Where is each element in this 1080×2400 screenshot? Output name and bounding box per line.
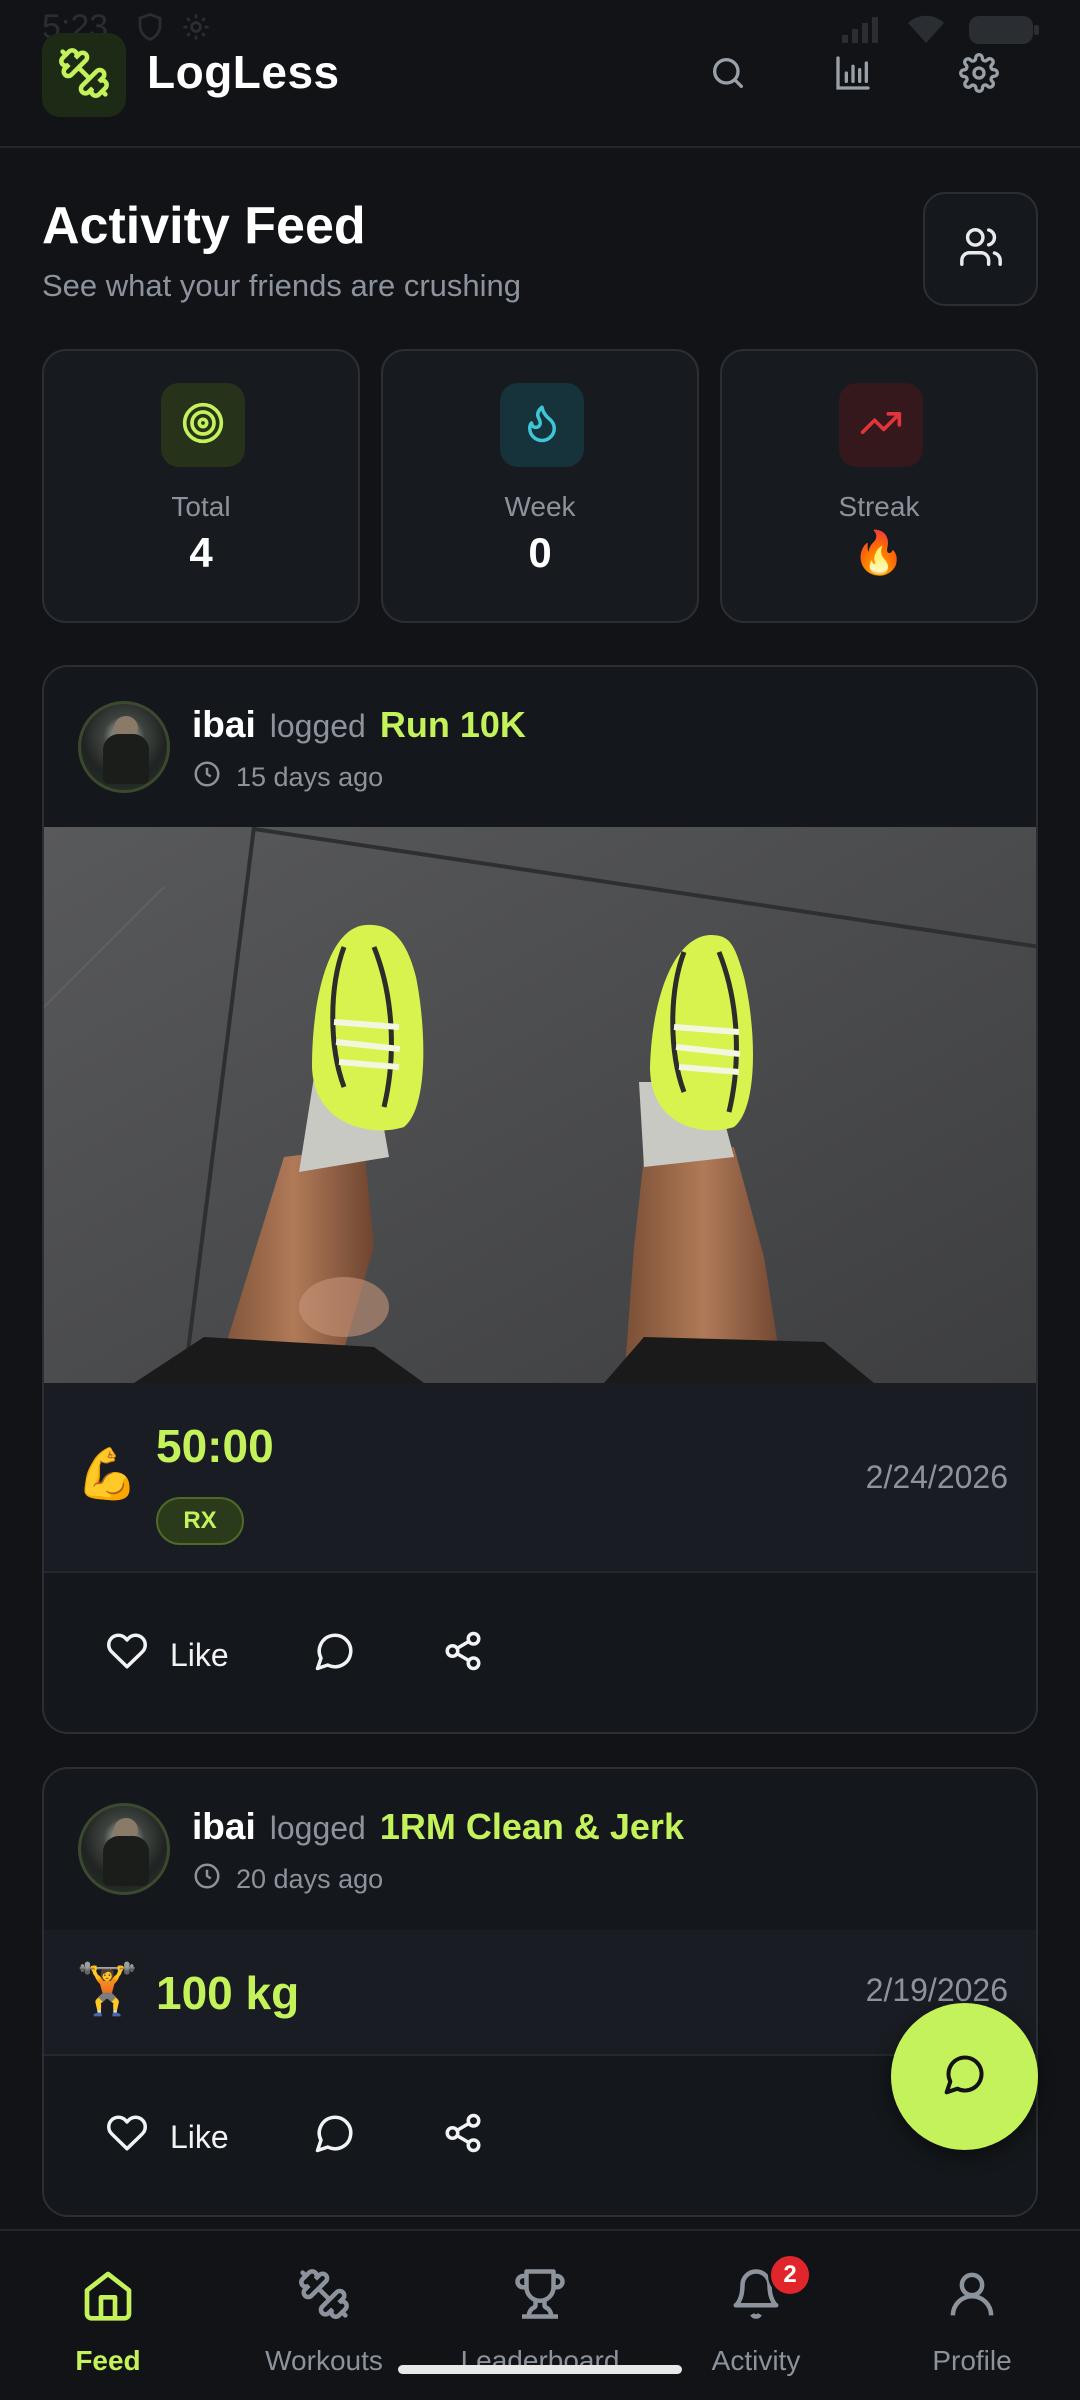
friends-button[interactable] <box>923 192 1038 306</box>
result-emoji: 💪 <box>76 1446 139 1502</box>
share-icon <box>442 1630 484 1680</box>
result-date: 2/19/2026 <box>865 1972 1008 2008</box>
post-verb: logged <box>269 1810 366 1846</box>
trophy-icon <box>513 2267 567 2326</box>
post-username[interactable]: ibai <box>192 1806 256 1848</box>
post-workout-name[interactable]: 1RM Clean & Jerk <box>380 1806 684 1848</box>
result-strip: 🏋️ 100 kg 2/19/2026 <box>44 1930 1036 2056</box>
app-header: LogLess <box>0 0 1080 148</box>
share-button[interactable] <box>442 2112 484 2162</box>
trending-up-icon <box>859 401 903 450</box>
stat-value: 🔥 <box>852 529 906 576</box>
post-time-ago: 15 days ago <box>236 762 384 792</box>
result-strip: 💪 50:00 RX 2/24/2026 <box>44 1383 1036 1573</box>
post-workout-name[interactable]: Run 10K <box>380 704 526 746</box>
heart-icon <box>106 1630 148 1680</box>
home-icon <box>80 2267 136 2328</box>
chat-bubble-icon <box>943 2052 987 2101</box>
workout-photo[interactable] <box>44 827 1036 1383</box>
bar-chart-icon <box>833 53 873 98</box>
result-date: 2/24/2026 <box>865 1459 1008 1495</box>
stats-button[interactable] <box>822 44 884 106</box>
target-icon <box>181 401 225 450</box>
stat-label: Streak <box>838 491 920 522</box>
feed-post: ibai logged Run 10K 15 days ago 💪 50:00 … <box>42 665 1038 1734</box>
search-icon <box>708 53 748 98</box>
clock-icon <box>192 759 222 796</box>
nav-label: Feed <box>75 2345 141 2376</box>
avatar[interactable] <box>78 701 170 793</box>
post-verb: logged <box>269 708 366 744</box>
post-actions: Like <box>44 1575 1036 1725</box>
post-actions: Like <box>44 2057 1036 2207</box>
gear-icon <box>959 52 999 98</box>
nav-leaderboard[interactable]: Leaderboard <box>432 2231 648 2400</box>
app-title: LogLess <box>147 46 340 98</box>
avatar[interactable] <box>78 1803 170 1895</box>
post-username[interactable]: ibai <box>192 704 256 746</box>
stat-value: 0 <box>528 529 552 576</box>
nav-profile[interactable]: Profile <box>864 2231 1080 2400</box>
nav-label: Profile <box>932 2345 1012 2376</box>
chat-fab-button[interactable] <box>891 2003 1038 2150</box>
bottom-nav: Feed Workouts Leaderboard 2 Activity Pro… <box>0 2229 1080 2400</box>
search-button[interactable] <box>697 44 759 106</box>
stat-label: Total <box>171 491 231 522</box>
result-value: 100 kg <box>156 1967 300 2019</box>
stat-value: 4 <box>189 529 213 576</box>
share-icon <box>442 2112 484 2162</box>
page-title: Activity Feed <box>42 197 366 255</box>
comment-icon <box>314 2112 356 2162</box>
comment-button[interactable] <box>314 2112 356 2162</box>
like-label: Like <box>170 2118 229 2155</box>
stat-card-week: Week 0 <box>381 349 699 623</box>
nav-activity[interactable]: 2 Activity <box>648 2231 864 2400</box>
user-icon <box>945 2267 999 2326</box>
dumbbell-icon <box>297 2267 351 2326</box>
flame-icon <box>521 402 563 449</box>
like-button[interactable]: Like <box>106 1630 229 1680</box>
result-value: 50:00 <box>156 1420 274 1472</box>
dumbbell-icon <box>57 46 111 105</box>
rx-badge: RX <box>156 1497 244 1545</box>
nav-workouts[interactable]: Workouts <box>216 2231 432 2400</box>
nav-feed[interactable]: Feed <box>0 2231 216 2400</box>
heart-icon <box>106 2112 148 2162</box>
app-logo <box>42 33 126 117</box>
post-time-ago: 20 days ago <box>236 1864 384 1894</box>
clock-icon <box>192 1861 222 1898</box>
result-emoji: 🏋️ <box>76 1961 139 2017</box>
like-label: Like <box>170 1636 229 1673</box>
comment-icon <box>314 1630 356 1680</box>
stat-label: Week <box>504 491 576 522</box>
like-button[interactable]: Like <box>106 2112 229 2162</box>
users-icon <box>958 224 1004 275</box>
page-subtitle: See what your friends are crushing <box>42 268 522 303</box>
stat-card-streak: Streak 🔥 <box>720 349 1038 623</box>
home-indicator <box>398 2365 682 2374</box>
comment-button[interactable] <box>314 1630 356 1680</box>
settings-button[interactable] <box>948 44 1010 106</box>
stat-card-total: Total 4 <box>42 349 360 623</box>
notification-badge: 2 <box>768 2253 812 2297</box>
feed-post: ibai logged 1RM Clean & Jerk 20 days ago… <box>42 1767 1038 2217</box>
share-button[interactable] <box>442 1630 484 1680</box>
